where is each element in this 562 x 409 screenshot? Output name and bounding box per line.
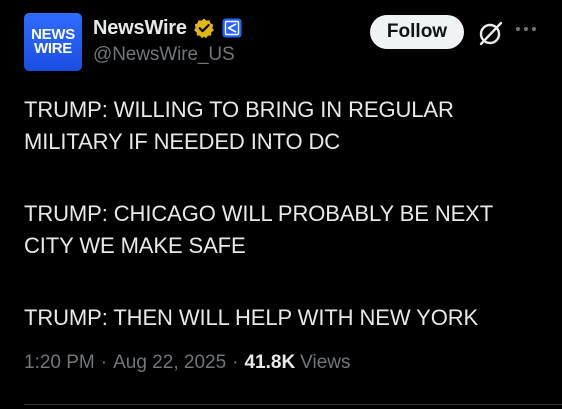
more-dots-icon[interactable] xyxy=(514,24,538,34)
post-paragraph: TRUMP: CHICAGO WILL PROBABLY BE NEXT CIT… xyxy=(24,201,494,258)
verified-badge-icon[interactable] xyxy=(193,17,215,39)
tweet-card: NEWS WIRE NewsWire @NewsWire_US Follow T… xyxy=(0,0,562,409)
divider xyxy=(24,404,562,405)
meta-separator: · xyxy=(232,352,239,373)
post-text: TRUMP: WILLING TO BRING IN REGULAR MILIT… xyxy=(24,94,544,334)
handle[interactable]: @NewsWire_US xyxy=(93,44,235,66)
follow-button[interactable]: Follow xyxy=(370,15,464,49)
post-meta: 1:20 PM · Aug 22, 2025 · 41.8K Views xyxy=(24,352,351,374)
post-date[interactable]: Aug 22, 2025 xyxy=(113,352,226,374)
avatar-text-line2: WIRE xyxy=(34,40,72,57)
meta-separator: · xyxy=(100,352,108,373)
post-paragraph: TRUMP: THEN WILL HELP WITH NEW YORK xyxy=(24,305,479,330)
grok-icon[interactable] xyxy=(477,19,505,47)
avatar[interactable]: NEWS WIRE xyxy=(24,13,82,71)
newswire-affiliate-icon[interactable] xyxy=(221,17,243,39)
name-row: NewsWire xyxy=(93,13,243,43)
views-label: Views xyxy=(300,352,351,373)
post-time[interactable]: 1:20 PM xyxy=(24,352,95,374)
display-name[interactable]: NewsWire xyxy=(93,17,187,40)
views-count[interactable]: 41.8K xyxy=(244,352,295,374)
post-paragraph: TRUMP: WILLING TO BRING IN REGULAR MILIT… xyxy=(24,97,454,154)
